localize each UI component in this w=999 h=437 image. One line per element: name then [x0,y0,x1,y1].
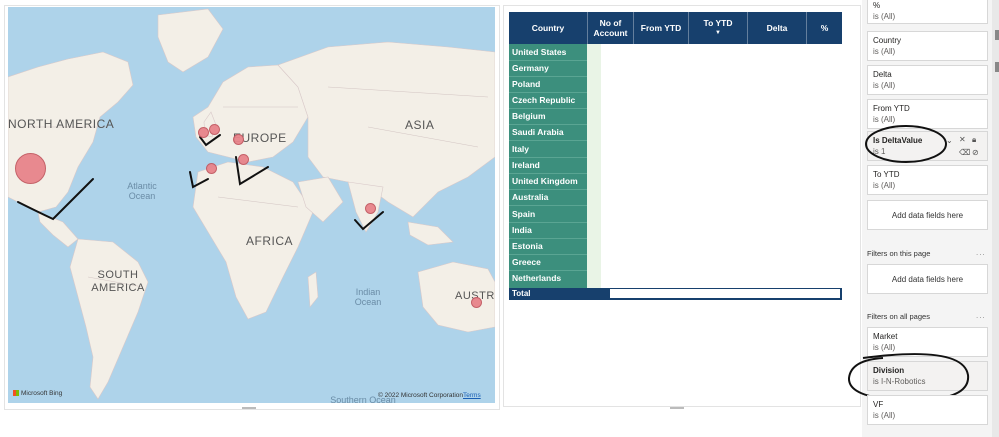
table-row-country[interactable]: Poland [512,76,540,92]
map-bubble-ireland[interactable] [198,127,209,138]
filter-value: is (All) [873,181,896,190]
add-data-fields-visual[interactable]: Add data fields here [867,200,988,230]
more-options-icon[interactable]: ... [976,311,986,320]
table-row-country[interactable]: Saudi Arabia [512,124,564,140]
scrollbar-thumb[interactable] [995,62,999,72]
table-row-country[interactable]: United States [512,44,566,60]
resize-handle[interactable] [242,407,256,409]
continent-label-north-america: NORTH AMERICA [8,117,115,131]
scrollbar-thumb[interactable] [995,30,999,40]
bing-logo: Microsoft Bing [13,390,62,397]
filter-card-delta[interactable]: Delta is (All) [867,65,988,95]
world-map-land [8,8,495,400]
filter-card-country[interactable]: Country is (All) [867,31,988,61]
microsoft-logo-icon [13,390,19,397]
no-of-account-column [587,44,601,288]
table-header: Country No of Account From YTD To YTD ▼ D… [509,12,842,44]
filter-card-to-ytd[interactable]: To YTD is (All) [867,165,988,195]
ocean-label-atlantic: Atlantic Ocean [127,181,157,201]
total-value-cell [610,289,840,298]
map-bubble-india[interactable] [365,203,376,214]
more-options-icon[interactable]: ... [976,248,986,257]
column-header-percent[interactable]: % [807,12,842,44]
continent-label-africa: AFRICA [246,234,294,248]
sort-desc-icon: ▼ [715,30,721,36]
clear-filter-icon[interactable]: ✕ [959,135,966,144]
map-bubble-germany[interactable] [233,134,244,145]
table-row-country[interactable]: Germany [512,60,549,76]
annotation-circle [865,125,947,163]
map-bubble-italy[interactable] [238,154,249,165]
column-header-from-ytd[interactable]: From YTD [634,12,689,44]
country-column: United States Germany Poland Czech Repub… [509,44,587,288]
table-row-country[interactable]: Estonia [512,238,543,254]
filter-value: is (All) [873,47,896,56]
map-bubble-united-kingdom[interactable] [209,124,220,135]
table-row-country[interactable]: Belgium [512,108,546,124]
filter-name: To YTD [873,170,900,179]
map-bubble-australia[interactable] [471,297,482,308]
to-ytd-label: To YTD [703,18,733,28]
table-row-country[interactable]: Spain [512,206,535,222]
filters-on-all-pages-heading: Filters on all pages [867,312,930,321]
table-row-country[interactable]: Greece [512,254,541,270]
filter-name: Delta [873,70,892,79]
column-header-no-of-account[interactable]: No of Account [588,12,634,44]
table-row-country[interactable]: Netherlands [512,270,561,286]
table-row-country[interactable]: Italy [512,141,529,157]
total-label: Total [512,289,531,298]
filters-on-this-page-heading: Filters on this page [867,249,931,258]
filter-name: VF [873,400,884,409]
filter-card-vf[interactable]: VF is (All) [867,395,988,425]
add-data-fields-label: Add data fields here [891,210,964,220]
column-header-country[interactable]: Country [509,12,588,44]
column-header-to-ytd[interactable]: To YTD ▼ [689,12,748,44]
filter-value: is (All) [873,12,896,21]
column-header-delta[interactable]: Delta [748,12,807,44]
map-terms-link[interactable]: Terms [463,392,481,399]
eraser-icon[interactable]: ⌫ [959,148,970,157]
table-row-country[interactable]: Czech Republic [512,92,575,108]
table-row-country[interactable]: United Kingdom [512,173,578,189]
map-bubble-spain[interactable] [206,163,217,174]
add-data-fields-label: Add data fields here [891,274,964,284]
resize-handle[interactable] [670,407,684,409]
map-copyright: © 2022 Microsoft Corporation [378,392,463,399]
filter-value: is (All) [873,81,896,90]
table-row-country[interactable]: India [512,222,532,238]
filter-name: % [873,1,881,10]
add-data-fields-page[interactable]: Add data fields here [867,264,988,294]
filter-name: From YTD [873,104,910,113]
hide-icon[interactable]: ⊘ [972,148,979,157]
lock-icon[interactable]: 🔒︎ [972,135,976,145]
table-row-country[interactable]: Australia [512,189,548,205]
filter-name: Market [873,332,898,341]
filter-name: Country [873,36,902,45]
continent-label-south-america: SOUTH AMERICA [91,269,145,294]
filter-value: is (All) [873,411,896,420]
map-canvas[interactable]: NORTH AMERICA EUROPE ASIA AFRICA SOUTH A… [8,7,495,403]
continent-label-asia: ASIA [405,118,435,132]
map-bubble-united-states[interactable] [15,153,46,184]
filter-card-percent[interactable]: % is (All) [867,0,988,24]
table-row-country[interactable]: Ireland [512,157,540,173]
ocean-label-indian: Indian Ocean [354,287,382,307]
